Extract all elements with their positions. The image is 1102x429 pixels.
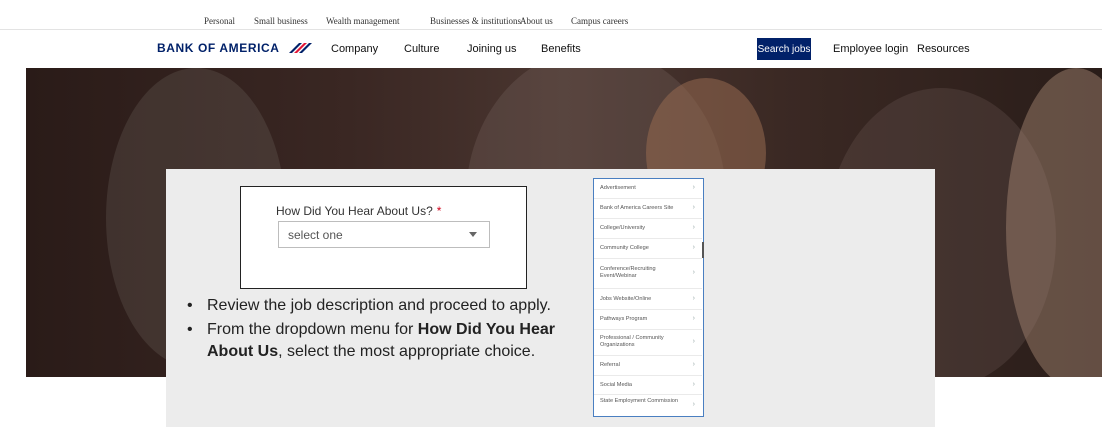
dropdown-options-list: Advertisement › Bank of America Careers … (593, 178, 704, 417)
dropdown-option[interactable]: Advertisement › (594, 179, 702, 199)
instruction-item: • Review the job description and proceed… (183, 295, 583, 317)
logo-wordmark: BANK OF AMERICA (157, 41, 280, 55)
dropdown-option[interactable]: Social Media › (594, 376, 702, 395)
nav-benefits[interactable]: Benefits (541, 43, 581, 55)
util-link-businesses-institutions[interactable]: Businesses & institutions (430, 16, 521, 26)
resources-link[interactable]: Resources (917, 43, 970, 55)
dropdown-option[interactable]: Professional / Community Organizations › (594, 330, 702, 356)
chevron-right-icon: › (692, 315, 695, 322)
bullet-icon: • (187, 321, 193, 338)
util-link-campus-careers[interactable]: Campus careers (571, 16, 628, 26)
dropdown-option[interactable]: Referral › (594, 356, 702, 376)
select-value: select one (288, 228, 343, 242)
chevron-right-icon: › (692, 244, 695, 251)
dropdown-option[interactable]: College/University › (594, 219, 702, 239)
chevron-right-icon: › (692, 269, 695, 276)
chevron-right-icon: › (692, 295, 695, 302)
how-did-you-hear-label: How Did You Hear About Us? * (276, 204, 442, 218)
nav-joining-us[interactable]: Joining us (467, 43, 517, 55)
nav-company[interactable]: Company (331, 43, 378, 55)
chevron-right-icon: › (692, 204, 695, 211)
bank-logo[interactable]: BANK OF AMERICA (157, 41, 313, 55)
form-excerpt: How Did You Hear About Us? * select one (240, 186, 527, 289)
utility-nav: Personal Small business Wealth managemen… (0, 0, 1102, 30)
search-jobs-button[interactable]: Search jobs (757, 38, 811, 60)
chevron-right-icon: › (692, 401, 695, 408)
dropdown-scrollbar[interactable] (702, 242, 704, 258)
dropdown-option[interactable]: Conference/Recruiting Event/Webinar › (594, 259, 702, 289)
chevron-right-icon: › (692, 381, 695, 388)
dropdown-option[interactable]: Pathways Program › (594, 310, 702, 330)
nav-culture[interactable]: Culture (404, 43, 439, 55)
chevron-right-icon: › (692, 338, 695, 345)
chevron-right-icon: › (692, 224, 695, 231)
util-link-small-business[interactable]: Small business (254, 16, 308, 26)
dropdown-option[interactable]: State Employment Commission › (594, 395, 702, 415)
dropdown-option[interactable]: Community College › (594, 239, 702, 259)
bullet-icon: • (187, 297, 193, 314)
util-link-personal[interactable]: Personal (204, 16, 235, 26)
how-did-you-hear-select[interactable]: select one (278, 221, 490, 248)
flag-logo-icon (288, 43, 312, 53)
util-link-wealth-management[interactable]: Wealth management (326, 16, 400, 26)
required-marker: * (436, 204, 442, 218)
instruction-list: • Review the job description and proceed… (183, 295, 583, 365)
main-nav: BANK OF AMERICA Company Culture Joining … (0, 30, 1102, 68)
employee-login-link[interactable]: Employee login (833, 43, 908, 55)
dropdown-option[interactable]: Jobs Website/Online › (594, 289, 702, 310)
caret-down-icon (469, 232, 477, 237)
chevron-right-icon: › (692, 361, 695, 368)
instruction-item: • From the dropdown menu for How Did You… (187, 321, 555, 360)
chevron-right-icon: › (692, 184, 695, 191)
util-link-about-us[interactable]: About us (520, 16, 553, 26)
dropdown-option[interactable]: Bank of America Careers Site › (594, 199, 702, 219)
